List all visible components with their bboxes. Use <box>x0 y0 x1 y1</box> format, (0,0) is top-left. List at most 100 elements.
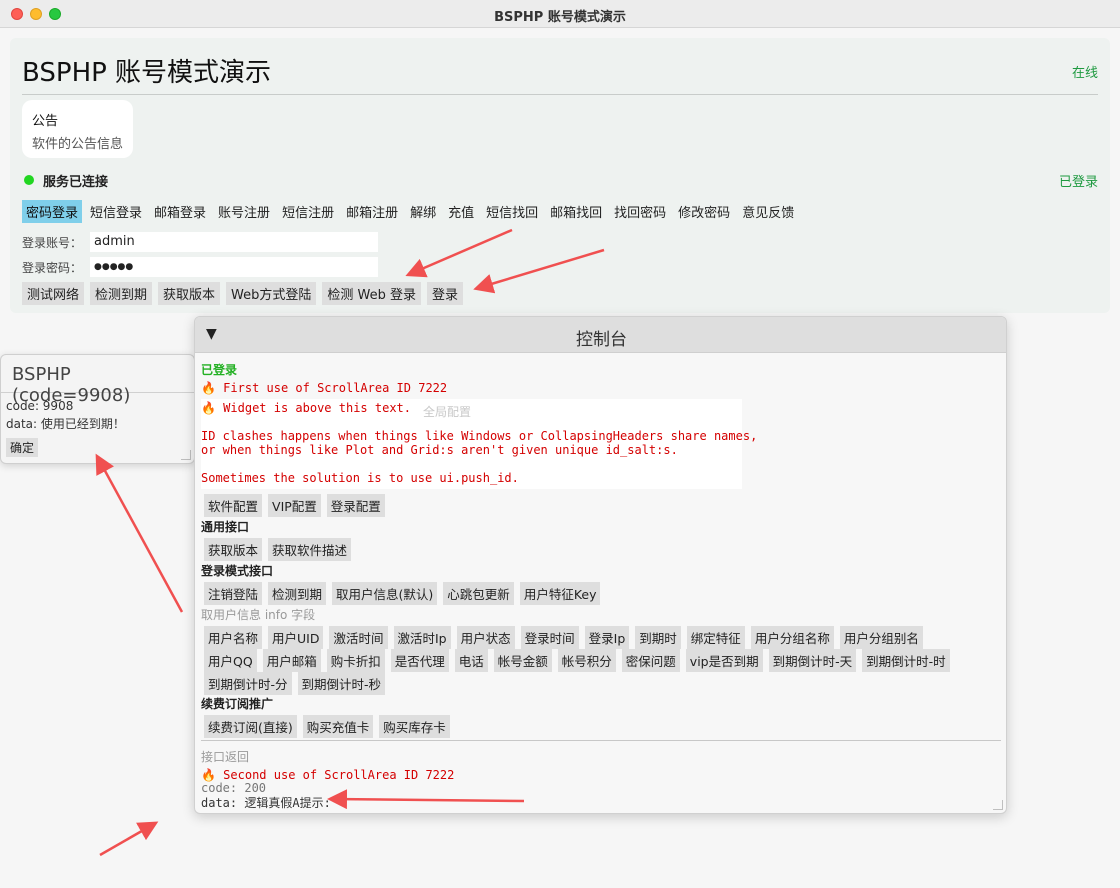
login-config-button[interactable]: 登录配置 <box>326 494 385 517</box>
window-title: BSPHP 账号模式演示 <box>494 10 626 25</box>
notice-body: 软件的公告信息 <box>32 137 124 152</box>
info-button[interactable]: 用户分组名称 <box>750 626 834 649</box>
info-button[interactable]: 用户邮箱 <box>262 649 321 672</box>
title-bar: BSPHP 账号模式演示 <box>0 0 1120 28</box>
get-user-info-button[interactable]: 取用户信息(默认) <box>332 582 438 605</box>
heartbeat-button[interactable]: 心跳包更新 <box>443 582 514 605</box>
logout-button[interactable]: 注销登陆 <box>204 582 263 605</box>
get-version-api-button[interactable]: 获取版本 <box>204 538 263 561</box>
return-data: data: 逻辑真假A提示: <box>201 796 331 810</box>
info-button[interactable]: 帐号金额 <box>493 649 552 672</box>
tab-sms-login[interactable]: 短信登录 <box>86 200 146 223</box>
tab-email-register[interactable]: 邮箱注册 <box>342 200 402 223</box>
tab-change-password[interactable]: 修改密码 <box>674 200 734 223</box>
info-button[interactable]: 用户名称 <box>204 626 263 649</box>
renew-direct-button[interactable]: 续费订阅(直接) <box>204 715 297 738</box>
notice-card: 公告 软件的公告信息 <box>22 100 133 158</box>
login-status: 已登录 <box>1058 175 1098 190</box>
tab-account-register[interactable]: 账号注册 <box>214 200 274 223</box>
web-login-button[interactable]: Web方式登陆 <box>226 282 317 305</box>
dialog-title: BSPHP (code=9908) <box>1 355 194 406</box>
password-input[interactable]: ●●●●● <box>90 257 378 277</box>
login-api-heading: 登录模式接口 <box>201 564 274 578</box>
tab-email-login[interactable]: 邮箱登录 <box>150 200 210 223</box>
login-button[interactable]: 登录 <box>427 282 464 305</box>
buy-stock-card-button[interactable]: 购买库存卡 <box>379 715 450 738</box>
info-button[interactable]: 激活时间 <box>329 626 388 649</box>
info-button[interactable]: 电话 <box>454 649 488 672</box>
info-button[interactable]: 到期倒计时-秒 <box>297 672 386 695</box>
info-fields-heading: 取用户信息 info 字段 <box>201 608 316 622</box>
notice-title: 公告 <box>32 114 59 129</box>
ghost-global-config: 全局配置 <box>423 405 472 419</box>
console-resize-handle-icon[interactable] <box>993 800 1003 810</box>
tab-email-recover[interactable]: 邮箱找回 <box>546 200 606 223</box>
info-button[interactable]: 到期倒计时-分 <box>204 672 292 695</box>
info-row-1: 用户名称 用户UID 激活时间 激活时Ip 用户状态 登录时间 登录Ip 到期时… <box>204 626 923 649</box>
password-label: 登录密码： <box>22 261 83 275</box>
warning-widget-above: 🔥 Widget is above this text. <box>201 401 412 415</box>
info-button[interactable]: 购卡折扣 <box>326 649 385 672</box>
info-button[interactable]: vip是否到期 <box>685 649 763 672</box>
vip-config-button[interactable]: VIP配置 <box>268 494 321 517</box>
main-panel: BSPHP 账号模式演示 在线 公告 软件的公告信息 服务已连接 已登录 密码登… <box>10 38 1110 313</box>
page-title: BSPHP 账号模式演示 <box>22 58 272 88</box>
resize-handle-icon[interactable] <box>181 450 191 460</box>
connection-dot-icon <box>24 175 34 185</box>
tab-recharge[interactable]: 充值 <box>444 200 478 223</box>
account-input[interactable]: admin <box>90 232 378 252</box>
arrow-icon <box>95 453 184 613</box>
info-row-2: 用户QQ 用户邮箱 购卡折扣 是否代理 电话 帐号金额 帐号积分 密保问题 vi… <box>204 649 950 672</box>
check-expiry-button[interactable]: 检测到期 <box>90 282 153 305</box>
get-description-button[interactable]: 获取软件描述 <box>268 538 352 561</box>
get-version-button[interactable]: 获取版本 <box>158 282 221 305</box>
info-button[interactable]: 绑定特征 <box>686 626 745 649</box>
service-status: 服务已连接 <box>43 175 109 190</box>
console-header[interactable]: ▼ 控制台 <box>195 317 1006 353</box>
tab-recover-password[interactable]: 找回密码 <box>610 200 670 223</box>
info-button[interactable]: 用户状态 <box>456 626 515 649</box>
api-return-heading: 接口返回 <box>201 750 250 764</box>
online-status: 在线 <box>1071 66 1098 81</box>
tab-password-login[interactable]: 密码登录 <box>22 200 83 223</box>
tab-unbind[interactable]: 解绑 <box>406 200 440 223</box>
info-button[interactable]: 用户分组别名 <box>839 626 923 649</box>
user-key-button[interactable]: 用户特征Key <box>519 582 601 605</box>
config-buttons: 软件配置 VIP配置 登录配置 <box>204 494 385 517</box>
info-button[interactable]: 登录时间 <box>520 626 579 649</box>
dialog-data: data: 使用已经到期！ <box>6 417 125 431</box>
info-button[interactable]: 密保问题 <box>621 649 680 672</box>
console-login-status: 已登录 <box>201 363 238 377</box>
info-button[interactable]: 是否代理 <box>390 649 449 672</box>
info-button[interactable]: 到期倒计时-天 <box>768 649 857 672</box>
check-web-login-button[interactable]: 检测 Web 登录 <box>322 282 421 305</box>
action-buttons: 测试网络 检测到期 获取版本 Web方式登陆 检测 Web 登录 登录 <box>22 282 464 305</box>
warning-first-use: 🔥 First use of ScrollArea ID 7222 <box>201 381 448 395</box>
bsphp-dialog: BSPHP (code=9908) code: 9908 data: 使用已经到… <box>0 354 195 464</box>
login-api-buttons: 注销登陆 检测到期 取用户信息(默认) 心跳包更新 用户特征Key <box>204 582 601 605</box>
tab-sms-recover[interactable]: 短信找回 <box>482 200 542 223</box>
warning-second-use: 🔥 Second use of ScrollArea ID 7222 <box>201 768 455 782</box>
divider <box>22 94 1098 95</box>
test-network-button[interactable]: 测试网络 <box>22 282 85 305</box>
console-divider <box>201 740 1001 741</box>
info-row-3: 到期倒计时-分 到期倒计时-秒 <box>204 672 386 695</box>
info-button[interactable]: 到期倒计时-时 <box>862 649 950 672</box>
tab-sms-register[interactable]: 短信注册 <box>278 200 338 223</box>
buy-recharge-card-button[interactable]: 购买充值卡 <box>302 715 374 738</box>
info-button[interactable]: 帐号积分 <box>557 649 616 672</box>
tab-feedback[interactable]: 意见反馈 <box>738 200 798 223</box>
renew-buttons: 续费订阅(直接) 购买充值卡 购买库存卡 <box>204 715 450 738</box>
dialog-ok-button[interactable]: 确定 <box>6 438 39 457</box>
software-config-button[interactable]: 软件配置 <box>204 494 263 517</box>
info-button[interactable]: 用户QQ <box>204 649 257 672</box>
info-button[interactable]: 用户UID <box>268 626 324 649</box>
info-button[interactable]: 到期时 <box>635 626 681 649</box>
info-button[interactable]: 登录Ip <box>584 626 630 649</box>
warning-id-clash-1: ID clashes happens when things like Wind… <box>201 429 758 443</box>
check-expiry-api-button[interactable]: 检测到期 <box>268 582 327 605</box>
warning-solution: Sometimes the solution is to use ui.push… <box>201 471 519 485</box>
login-tabs: 密码登录 短信登录 邮箱登录 账号注册 短信注册 邮箱注册 解绑 充值 短信找回… <box>22 200 798 223</box>
info-button[interactable]: 激活时Ip <box>393 626 451 649</box>
console-window: ▼ 控制台 已登录 🔥 First use of ScrollArea ID 7… <box>194 316 1007 814</box>
